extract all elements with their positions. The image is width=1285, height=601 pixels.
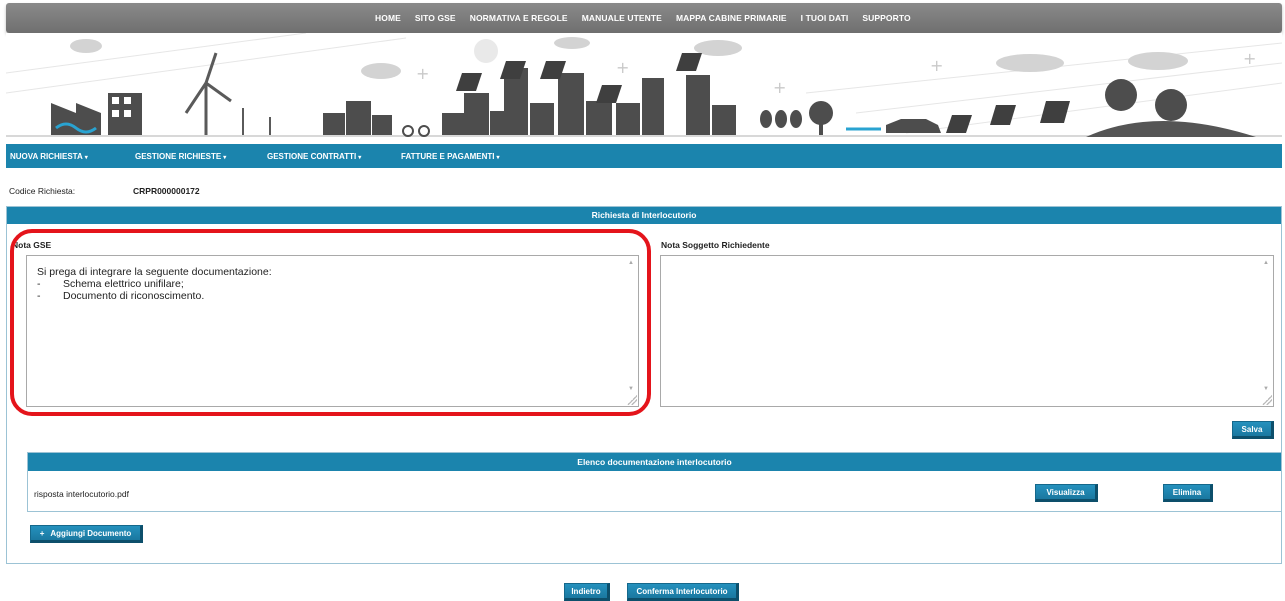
nota-richiedente-textarea[interactable]: ▲ ▼ [660, 255, 1274, 407]
svg-text:+: + [416, 64, 429, 83]
aggiungi-documento-label: Aggiungi Documento [50, 528, 132, 538]
resize-grip-icon[interactable] [1262, 395, 1272, 405]
plus-icon: + [39, 528, 45, 538]
nota-gse-item: - Schema elettrico unifilare; [37, 278, 272, 290]
menu-gestione-contratti-label: GESTIONE CONTRATTI [267, 152, 357, 161]
conferma-interlocutorio-button[interactable]: Conferma Interlocutorio [627, 583, 739, 601]
scroll-up-icon[interactable]: ▲ [628, 260, 634, 266]
menu-gestione-contratti[interactable]: GESTIONE CONTRATTI ▾ [267, 152, 361, 161]
top-nav-bar: HOME SITO GSE NORMATIVA E REGOLE MANUALE… [6, 3, 1282, 33]
salva-button[interactable]: Salva [1232, 421, 1274, 439]
chevron-down-icon: ▾ [496, 155, 500, 161]
top-nav-home[interactable]: HOME [375, 13, 401, 23]
menu-gestione-richieste-label: GESTIONE RICHIESTE [135, 152, 222, 161]
top-nav-manuale[interactable]: MANUALE UTENTE [582, 13, 662, 23]
panel-title: Richiesta di Interlocutorio [7, 207, 1281, 224]
nota-gse-item: - Documento di riconoscimento. [37, 290, 272, 302]
visualizza-button[interactable]: Visualizza [1035, 484, 1098, 502]
top-nav-supporto[interactable]: SUPPORTO [862, 13, 910, 23]
scroll-down-icon[interactable]: ▼ [628, 386, 634, 392]
svg-text:+: + [616, 58, 629, 77]
chevron-down-icon: ▾ [358, 155, 362, 161]
nota-gse-intro: Si prega di integrare la seguente docume… [37, 266, 272, 278]
aggiungi-documento-button[interactable]: + Aggiungi Documento [30, 525, 143, 543]
top-nav-mappa[interactable]: MAPPA CABINE PRIMARIE [676, 13, 787, 23]
chevron-down-icon: ▾ [84, 155, 88, 161]
scroll-down-icon[interactable]: ▼ [1263, 386, 1269, 392]
bullet-dash: - [37, 290, 41, 302]
indietro-button[interactable]: Indietro [564, 583, 610, 601]
nota-gse-label: Nota GSE [12, 240, 52, 250]
nota-gse-textarea[interactable]: Si prega di integrare la seguente docume… [26, 255, 639, 407]
svg-text:+: + [930, 56, 943, 75]
top-nav-normativa[interactable]: NORMATIVA E REGOLE [470, 13, 568, 23]
nota-gse-item-text: Documento di riconoscimento. [63, 290, 205, 302]
menu-fatture-pagamenti[interactable]: FATTURE E PAGAMENTI ▾ [401, 152, 500, 161]
svg-text:+: + [773, 78, 786, 97]
nota-gse-content: Si prega di integrare la seguente docume… [37, 266, 272, 302]
nota-gse-item-text: Schema elettrico unifilare; [63, 278, 184, 290]
documents-box: Elenco documentazione interlocutorio ris… [27, 452, 1282, 512]
menu-gestione-richieste[interactable]: GESTIONE RICHIESTE ▾ [135, 152, 226, 161]
menu-nuova-richiesta[interactable]: NUOVA RICHIESTA ▾ [10, 152, 88, 161]
bullet-dash: - [37, 278, 41, 290]
top-nav-sito-gse[interactable]: SITO GSE [415, 13, 456, 23]
top-nav-tuoi-dati[interactable]: I TUOI DATI [801, 13, 849, 23]
codice-richiesta-value: CRPR000000172 [133, 186, 200, 196]
document-filename: risposta interlocutorio.pdf [34, 489, 129, 499]
resize-grip-icon[interactable] [627, 395, 637, 405]
scroll-up-icon[interactable]: ▲ [1263, 260, 1269, 266]
menu-nuova-richiesta-label: NUOVA RICHIESTA [10, 152, 83, 161]
elimina-button[interactable]: Elimina [1163, 484, 1213, 502]
nota-richiedente-label: Nota Soggetto Richiedente [661, 240, 770, 250]
header-banner: + + + + + [6, 33, 1282, 143]
svg-text:+: + [1243, 49, 1256, 68]
top-nav-list: HOME SITO GSE NORMATIVA E REGOLE MANUALE… [375, 13, 925, 23]
banner-illustration: + + + + + [6, 33, 1282, 137]
documents-title: Elenco documentazione interlocutorio [28, 453, 1281, 471]
menu-fatture-pagamenti-label: FATTURE E PAGAMENTI [401, 152, 495, 161]
chevron-down-icon: ▾ [223, 155, 227, 161]
codice-richiesta-label: Codice Richiesta: [9, 186, 76, 196]
main-menu: NUOVA RICHIESTA ▾ GESTIONE RICHIESTE ▾ GES… [6, 144, 1282, 168]
